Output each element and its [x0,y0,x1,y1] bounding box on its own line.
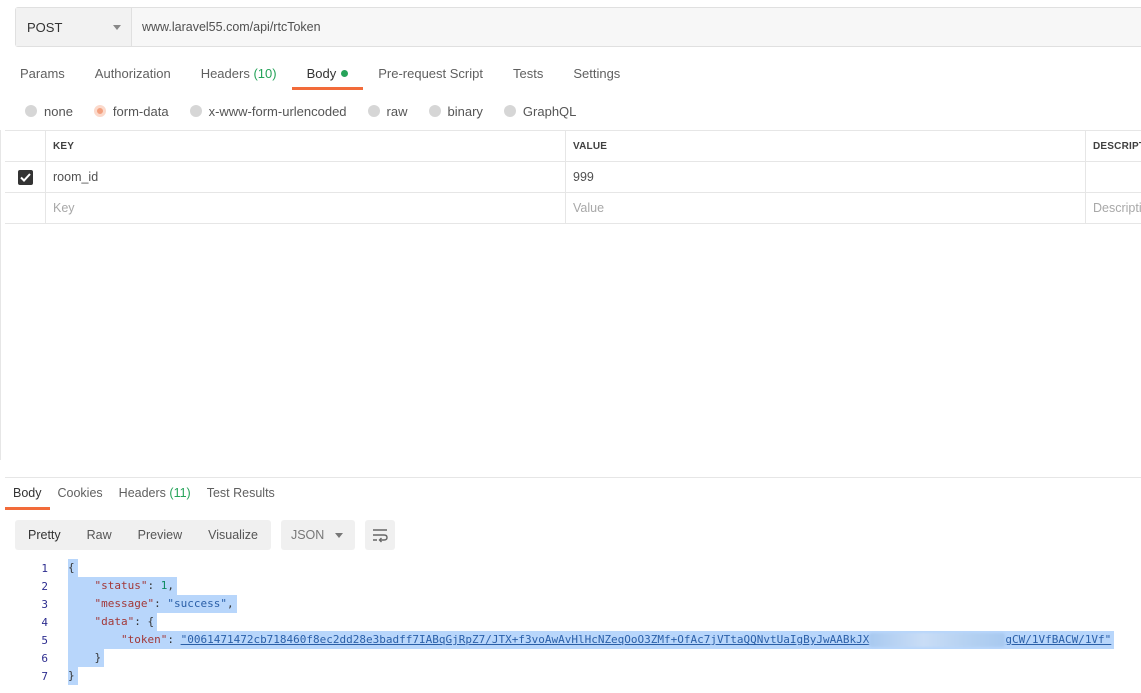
method-select[interactable]: POST [16,8,132,46]
wrap-lines-icon [372,529,388,543]
request-url-bar: POST www.laravel55.com/api/rtcToken [15,7,1141,47]
body-type-radio-group: none form-data x-www-form-urlencoded raw… [25,101,597,121]
resp-tab-test-results[interactable]: Test Results [199,486,283,510]
radio-selected-icon[interactable] [93,105,106,117]
divider [0,130,1,460]
table-row-new: Key Value Descripti [5,193,1141,224]
code-line: 7 } [15,667,1141,685]
chevron-down-icon [334,532,343,538]
line-number: 2 [41,579,48,593]
format-select[interactable]: JSON [280,520,355,550]
resp-headers-count: (11) [169,486,191,500]
view-mode-group: Pretty Raw Preview Visualize [15,520,271,550]
code-line: 2 "status": 1, [15,577,1141,595]
column-value: VALUE [566,131,1086,161]
table-row: room_id 999 [5,162,1141,193]
method-label: POST [27,19,63,35]
code-line: 6 } [15,649,1141,667]
tab-params[interactable]: Params [20,62,65,90]
radio-icon[interactable] [189,105,202,117]
key-cell[interactable]: room_id [46,162,566,192]
radio-icon[interactable] [503,105,516,117]
code-line: 4 "data": { [15,613,1141,631]
description-cell[interactable] [1086,162,1141,192]
code-line: 3 "message": "success", [15,595,1141,613]
line-number: 3 [41,597,48,611]
body-type-raw[interactable]: raw [367,104,408,119]
row-enabled-checkbox[interactable] [17,169,33,185]
headers-count: (10) [253,66,277,81]
code-line: 1 { [15,559,1141,577]
token-value: "0061471472cb718460f8ec2dd28e3badff7IABq… [180,633,870,646]
resp-tab-headers[interactable]: Headers (11) [111,486,199,510]
view-visualize-button[interactable]: Visualize [195,520,271,550]
check-icon [19,172,31,182]
form-data-table: KEY VALUE DESCRIPTI room_id 999 Key Valu… [5,130,1141,224]
response-body-code[interactable]: 1 { 2 "status": 1, 3 "message": "success… [15,559,1141,685]
line-number: 4 [41,615,48,629]
request-tabs: Params Authorization Headers (10) Body P… [20,62,650,90]
code-line: 5 "token": "0061471472cb718460f8ec2dd28e… [15,631,1141,649]
active-dot-icon [341,70,349,77]
view-pretty-button[interactable]: Pretty [15,520,74,550]
line-number: 1 [41,561,48,575]
resp-tab-body[interactable]: Body [5,486,50,510]
line-number: 5 [41,633,48,647]
response-tabs: Body Cookies Headers (11) Test Results [5,486,283,510]
view-preview-button[interactable]: Preview [125,520,195,550]
body-type-binary[interactable]: binary [428,104,483,119]
resp-tab-cookies[interactable]: Cookies [50,486,111,510]
radio-icon[interactable] [428,105,441,117]
tab-tests[interactable]: Tests [513,62,543,90]
response-toolbar: Pretty Raw Preview Visualize JSON [15,520,395,550]
body-type-none[interactable]: none [25,104,73,119]
line-number: 6 [41,651,48,665]
table-header: KEY VALUE DESCRIPTI [5,131,1141,162]
value-input[interactable]: Value [566,193,1086,223]
tab-pre-request-script[interactable]: Pre-request Script [378,62,483,90]
description-input[interactable]: Descripti [1086,193,1141,223]
tab-authorization[interactable]: Authorization [95,62,171,90]
tab-settings[interactable]: Settings [573,62,620,90]
body-type-graphql[interactable]: GraphQL [503,104,576,119]
url-input[interactable]: www.laravel55.com/api/rtcToken [132,8,1141,46]
line-number: 7 [41,669,48,683]
column-key: KEY [46,131,566,161]
response-divider [5,477,1141,478]
body-type-form-data[interactable]: form-data [93,104,169,119]
view-raw-button[interactable]: Raw [74,520,125,550]
wrap-lines-button[interactable] [364,520,395,550]
value-cell[interactable]: 999 [566,162,1086,192]
tab-headers[interactable]: Headers (10) [201,62,277,90]
radio-icon[interactable] [25,105,37,117]
radio-icon[interactable] [367,105,380,117]
redacted-blur [869,633,1006,647]
body-type-urlencoded[interactable]: x-www-form-urlencoded [189,104,347,119]
key-input[interactable]: Key [46,193,566,223]
column-description: DESCRIPTI [1093,140,1141,152]
tab-body[interactable]: Body [291,62,363,90]
chevron-down-icon [113,24,121,30]
